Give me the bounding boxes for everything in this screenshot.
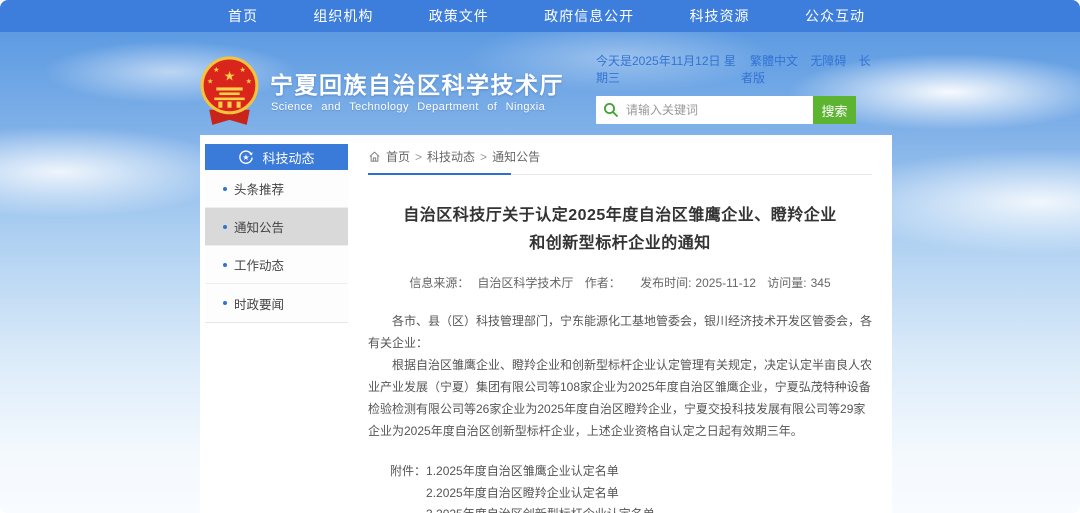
sidebar: ★ 科技动态 头条推荐 通知公告 工作动态 bbox=[205, 144, 348, 323]
attachment-list: 1.2025年度自治区雏鹰企业认定名单 2.2025年度自治区瞪羚企业认定名单 … bbox=[426, 461, 655, 513]
sidebar-title: 科技动态 bbox=[262, 148, 314, 167]
svg-text:★: ★ bbox=[239, 66, 245, 74]
top-navbar: 首页 组织机构 政策文件 政府信息公开 科技资源 公众互动 bbox=[0, 0, 1080, 32]
attachment-link-2[interactable]: 2.2025年度自治区瞪羚企业认定名单 bbox=[426, 483, 655, 505]
star-circle-icon: ★ bbox=[238, 149, 254, 165]
paragraph: 各市、县（区）科技管理部门，宁东能源化工基地管委会，银川经济技术开发区管委会，各… bbox=[368, 310, 872, 354]
nav-item-interaction[interactable]: 公众互动 bbox=[805, 6, 865, 26]
national-emblem-logo[interactable]: ★ ★ ★ ★ ★ bbox=[197, 55, 262, 130]
article-main: 首页 > 科技动态 > 通知公告 自治区科技厅关于认定2025年度自治区雏鹰企业… bbox=[368, 148, 872, 513]
article-title: 自治区科技厅关于认定2025年度自治区雏鹰企业、瞪羚企业 和创新型标杆企业的通知 bbox=[368, 202, 872, 258]
svg-text:★: ★ bbox=[243, 153, 250, 162]
breadcrumb-section[interactable]: 科技动态 bbox=[427, 148, 475, 165]
attachments: 附件： 1.2025年度自治区雏鹰企业认定名单 2.2025年度自治区瞪羚企业认… bbox=[390, 461, 872, 513]
home-icon bbox=[368, 150, 381, 163]
nav-item-home[interactable]: 首页 bbox=[228, 6, 258, 26]
article-title-line2: 和创新型标杆企业的通知 bbox=[368, 230, 872, 258]
breadcrumb-home[interactable]: 首页 bbox=[386, 148, 410, 165]
search-icon bbox=[596, 96, 626, 124]
meta-publish-value: 2025-11-12 bbox=[695, 276, 756, 290]
nav-item-organization[interactable]: 组织机构 bbox=[313, 6, 373, 26]
attachment-link-3[interactable]: 3.2025年度自治区创新型标杆企业认定名单 bbox=[426, 504, 655, 513]
page-root: 首页 组织机构 政策文件 政府信息公开 科技资源 公众互动 ★ ★ ★ ★ ★ … bbox=[0, 0, 1080, 513]
meta-views-label: 访问量: bbox=[767, 276, 806, 290]
link-accessibility[interactable]: 无障碍 bbox=[810, 54, 846, 68]
nav-item-policy[interactable]: 政策文件 bbox=[429, 6, 489, 26]
meta-source-value: 自治区科学技术厅 bbox=[477, 276, 573, 290]
sidebar-item-label: 头条推荐 bbox=[234, 179, 284, 198]
attachments-label: 附件： bbox=[390, 461, 426, 513]
meta-publish-label: 发布时间: bbox=[640, 276, 691, 290]
current-date: 今天是2025年11月12日 星期三 bbox=[596, 52, 741, 86]
article-body: 各市、县（区）科技管理部门，宁东能源化工基地管委会，银川经济技术开发区管委会，各… bbox=[368, 310, 872, 442]
breadcrumb-current[interactable]: 通知公告 bbox=[492, 148, 540, 165]
meta-views-value: 345 bbox=[811, 276, 831, 290]
svg-text:★: ★ bbox=[246, 77, 252, 85]
bullet-dot-icon bbox=[223, 301, 227, 305]
header-right: 今天是2025年11月12日 星期三 繁體中文 无障碍 长者版 搜索 bbox=[596, 52, 877, 124]
bullet-dot-icon bbox=[223, 187, 227, 191]
attachment-link-1[interactable]: 1.2025年度自治区雏鹰企业认定名单 bbox=[426, 461, 655, 483]
sidebar-header: ★ 科技动态 bbox=[205, 144, 348, 170]
content-panel: ★ 科技动态 头条推荐 通知公告 工作动态 bbox=[200, 135, 892, 513]
site-subtitle: Science and Technology Department of Nin… bbox=[271, 101, 539, 113]
nav-item-gov-info[interactable]: 政府信息公开 bbox=[544, 6, 634, 26]
search-bar: 搜索 bbox=[596, 96, 856, 124]
search-input[interactable] bbox=[626, 96, 813, 124]
svg-text:★: ★ bbox=[224, 68, 236, 83]
site-title: 宁夏回族自治区科学技术厅 bbox=[270, 66, 564, 100]
sidebar-item-work-trends[interactable]: 工作动态 bbox=[205, 246, 348, 284]
link-traditional-chinese[interactable]: 繁體中文 bbox=[750, 54, 798, 68]
breadcrumb-separator: > bbox=[415, 150, 422, 164]
meta-source-label: 信息来源： bbox=[409, 276, 469, 290]
search-button[interactable]: 搜索 bbox=[813, 96, 856, 124]
svg-text:★: ★ bbox=[213, 66, 219, 74]
sidebar-item-label: 工作动态 bbox=[234, 255, 284, 274]
sidebar-item-label: 时政要闻 bbox=[234, 294, 284, 313]
sidebar-item-headlines[interactable]: 头条推荐 bbox=[205, 170, 348, 208]
bullet-dot-icon bbox=[223, 225, 227, 229]
sidebar-item-notices[interactable]: 通知公告 bbox=[205, 208, 348, 246]
sidebar-item-current-politics[interactable]: 时政要闻 bbox=[205, 284, 348, 322]
sidebar-menu: 头条推荐 通知公告 工作动态 时政要闻 bbox=[205, 170, 348, 323]
paragraph: 根据自治区雏鹰企业、瞪羚企业和创新型标杆企业认定管理有关规定，决定认定半亩良人农… bbox=[368, 354, 872, 442]
meta-author-label: 作者： bbox=[585, 276, 621, 290]
article-meta: 信息来源： 自治区科学技术厅 作者： 发布时间: 2025-11-12 访问量: 34… bbox=[368, 274, 872, 291]
bullet-dot-icon bbox=[223, 263, 227, 267]
breadcrumb: 首页 > 科技动态 > 通知公告 bbox=[368, 148, 872, 175]
breadcrumb-separator: > bbox=[480, 150, 487, 164]
sidebar-item-label: 通知公告 bbox=[234, 217, 284, 236]
article-title-line1: 自治区科技厅关于认定2025年度自治区雏鹰企业、瞪羚企业 bbox=[368, 202, 872, 230]
quick-links: 繁體中文 无障碍 长者版 bbox=[741, 52, 877, 86]
nav-item-resources[interactable]: 科技资源 bbox=[690, 6, 750, 26]
svg-text:★: ★ bbox=[207, 77, 213, 85]
